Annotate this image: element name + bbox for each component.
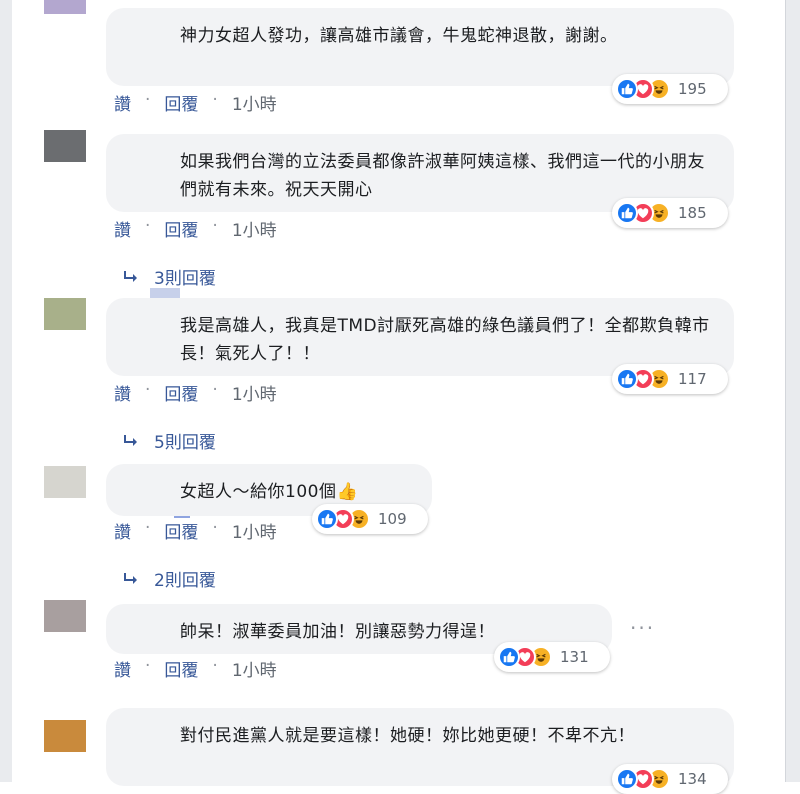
comment-text: 如果我們台灣的立法委員都像許淑華阿姨這樣、我們這一代的小朋友們就有未來。祝天天開… xyxy=(180,152,705,200)
comment-actions: 讚 · 回覆 · 1小時 xyxy=(114,90,277,115)
reply-arrow-icon xyxy=(124,434,137,446)
like-reaction-icon xyxy=(498,646,520,668)
comment-text: 女超人～給你100個👍 xyxy=(180,482,359,502)
like-link[interactable]: 讚 xyxy=(114,518,131,543)
avatar[interactable] xyxy=(44,466,86,498)
reaction-summary[interactable]: 109 xyxy=(312,504,428,534)
reply-link[interactable]: 回覆 xyxy=(164,656,198,681)
reaction-summary[interactable]: 117 xyxy=(612,364,728,394)
reply-link[interactable]: 回覆 xyxy=(164,90,198,115)
reaction-summary[interactable]: 134 xyxy=(612,764,728,794)
reaction-count: 134 xyxy=(678,770,707,788)
reaction-count: 195 xyxy=(678,80,707,98)
like-reaction-icon xyxy=(616,78,638,100)
timestamp[interactable]: 1小時 xyxy=(232,380,277,405)
replies-count: 2則回覆 xyxy=(154,571,216,591)
like-link[interactable]: 讚 xyxy=(114,216,131,241)
more-options-icon[interactable]: ··· xyxy=(630,616,655,640)
reply-arrow-icon xyxy=(124,270,137,282)
reaction-count: 117 xyxy=(678,370,707,388)
like-reaction-icon xyxy=(616,768,638,790)
separator: · xyxy=(145,656,151,676)
separator: · xyxy=(212,518,218,538)
like-link[interactable]: 讚 xyxy=(114,380,131,405)
comment-actions: 讚 · 回覆 · 1小時 xyxy=(114,518,277,543)
avatar[interactable] xyxy=(44,0,86,14)
reaction-summary[interactable]: 185 xyxy=(612,198,728,228)
reply-link[interactable]: 回覆 xyxy=(164,518,198,543)
avatar[interactable] xyxy=(44,720,86,752)
comment-text: 神力女超人發功，讓高雄市議會，牛鬼蛇神退散，謝謝。 xyxy=(180,26,618,46)
like-reaction-icon xyxy=(616,202,638,224)
reaction-summary[interactable]: 131 xyxy=(494,642,610,672)
reaction-summary[interactable]: 195 xyxy=(612,74,728,104)
replies-count: 5則回覆 xyxy=(154,433,216,453)
separator: · xyxy=(145,216,151,236)
reply-link[interactable]: 回覆 xyxy=(164,216,198,241)
timestamp[interactable]: 1小時 xyxy=(232,656,277,681)
view-replies-link[interactable]: 5則回覆 xyxy=(122,428,216,453)
avatar[interactable] xyxy=(44,600,86,632)
separator: · xyxy=(212,216,218,236)
avatar[interactable] xyxy=(44,298,86,330)
comment-actions: 讚 · 回覆 · 1小時 xyxy=(114,380,277,405)
reply-link[interactable]: 回覆 xyxy=(164,380,198,405)
like-link[interactable]: 讚 xyxy=(114,90,131,115)
separator: · xyxy=(212,90,218,110)
reaction-count: 185 xyxy=(678,204,707,222)
like-link[interactable]: 讚 xyxy=(114,656,131,681)
like-reaction-icon xyxy=(616,368,638,390)
timestamp[interactable]: 1小時 xyxy=(232,216,277,241)
comment-text: 帥呆！淑華委員加油！別讓惡勢力得逞！ xyxy=(180,622,495,642)
separator: · xyxy=(212,656,218,676)
reaction-count: 109 xyxy=(378,510,407,528)
timestamp[interactable]: 1小時 xyxy=(232,518,277,543)
separator: · xyxy=(145,380,151,400)
view-replies-link[interactable]: 3則回覆 xyxy=(122,264,216,289)
comment-text: 我是高雄人，我真是TMD討厭死高雄的綠色議員們了！全都欺負韓市長！氣死人了！！ xyxy=(180,316,710,364)
separator: · xyxy=(145,90,151,110)
left-frame xyxy=(0,0,12,782)
comment-actions: 讚 · 回覆 · 1小時 xyxy=(114,656,277,681)
avatar[interactable] xyxy=(44,130,86,162)
separator: · xyxy=(212,380,218,400)
right-frame xyxy=(786,0,800,782)
separator: · xyxy=(145,518,151,538)
timestamp[interactable]: 1小時 xyxy=(232,90,277,115)
reaction-count: 131 xyxy=(560,648,589,666)
like-reaction-icon xyxy=(316,508,338,530)
view-replies-link[interactable]: 2則回覆 xyxy=(122,566,216,591)
reply-arrow-icon xyxy=(124,572,137,584)
replies-count: 3則回覆 xyxy=(154,269,216,289)
comment-text: 對付民進黨人就是要這樣！她硬！妳比她更硬！不卑不亢！ xyxy=(180,726,635,746)
comment-actions: 讚 · 回覆 · 1小時 xyxy=(114,216,277,241)
